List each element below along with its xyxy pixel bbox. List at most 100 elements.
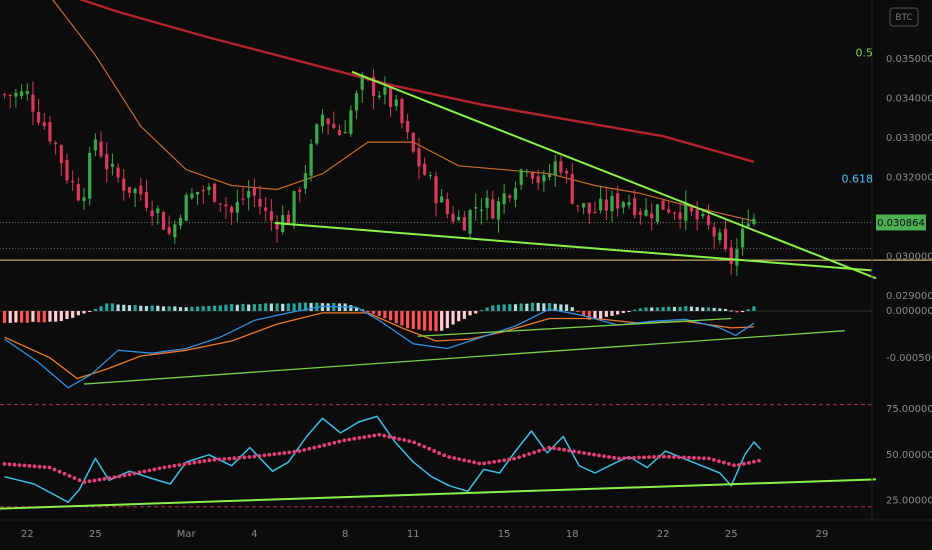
candle-body[interactable] (127, 186, 132, 193)
macd-histogram-bar[interactable] (19, 310, 24, 323)
rsi-average-dot[interactable] (747, 460, 751, 465)
macd-histogram-bar[interactable] (519, 303, 523, 311)
rsi-average-dot[interactable] (712, 457, 716, 462)
macd-histogram-bar[interactable] (76, 310, 80, 316)
rsi-average-dot[interactable] (467, 459, 472, 464)
candle-body[interactable] (105, 154, 109, 170)
macd-histogram-bar[interactable] (752, 306, 756, 311)
macd-histogram-bar[interactable] (309, 302, 313, 311)
rsi-average-dot[interactable] (212, 457, 217, 462)
rsi-average-dot[interactable] (47, 465, 52, 470)
rsi-average-dot[interactable] (637, 455, 641, 460)
candle-body[interactable] (264, 207, 268, 211)
macd-histogram-bar[interactable] (156, 305, 160, 311)
rsi-average-dot[interactable] (132, 471, 137, 476)
candle-body[interactable] (144, 192, 149, 208)
candle-body[interactable] (684, 202, 688, 221)
candle-body[interactable] (502, 193, 506, 205)
candle-body[interactable] (167, 227, 171, 234)
macd-histogram-bar[interactable] (644, 307, 648, 311)
rsi-average-dot[interactable] (97, 477, 102, 482)
candle-body[interactable] (667, 209, 671, 213)
rsi-average-dot[interactable] (697, 456, 701, 460)
macd-histogram-bar[interactable] (184, 307, 188, 311)
macd-histogram-bar[interactable] (178, 307, 183, 311)
rsi-average-dot[interactable] (127, 472, 132, 477)
macd-histogram-bar[interactable] (604, 310, 608, 317)
macd-histogram-bar[interactable] (661, 307, 665, 311)
rsi-average-dot[interactable] (377, 432, 382, 437)
rsi-average-dot[interactable] (32, 464, 37, 469)
rsi-average-dot[interactable] (612, 455, 616, 460)
rsi-average-dot[interactable] (207, 458, 212, 463)
candle-body[interactable] (423, 163, 427, 175)
candle-body[interactable] (604, 199, 608, 211)
candle-body[interactable] (672, 212, 677, 214)
rsi-average-dot[interactable] (417, 442, 422, 447)
candle-body[interactable] (133, 188, 137, 194)
candle-body[interactable] (326, 118, 330, 125)
candle-body[interactable] (712, 227, 716, 237)
macd-histogram-bar[interactable] (633, 309, 637, 311)
macd-histogram-bar[interactable] (491, 305, 495, 311)
macd-histogram-bar[interactable] (252, 304, 256, 311)
rsi-average-dot[interactable] (72, 476, 77, 480)
rsi-average-dot[interactable] (532, 450, 536, 455)
rsi-average-dot[interactable] (667, 454, 671, 459)
macd-histogram-bar[interactable] (224, 304, 228, 311)
candle-body[interactable] (8, 94, 12, 96)
rsi-average-dot[interactable] (562, 447, 566, 452)
candle-body[interactable] (740, 228, 745, 248)
candle-body[interactable] (655, 204, 660, 223)
rsi-average-dot[interactable] (202, 459, 207, 463)
candle-body[interactable] (48, 122, 52, 142)
candle-body[interactable] (383, 87, 387, 95)
macd-histogram-bar[interactable] (88, 310, 92, 312)
macd-histogram-bar[interactable] (496, 304, 501, 311)
macd-histogram-bar[interactable] (42, 310, 46, 323)
rsi-average-dot[interactable] (422, 444, 427, 449)
macd-histogram-bar[interactable] (462, 310, 466, 319)
rsi-average-dot[interactable] (307, 446, 312, 451)
rsi-average-dot[interactable] (227, 456, 232, 461)
macd-histogram-bar[interactable] (468, 310, 472, 316)
macd-histogram-bar[interactable] (564, 304, 569, 311)
rsi-average-dot[interactable] (197, 459, 202, 464)
macd-histogram-bar[interactable] (423, 310, 427, 331)
rsi-average-dot[interactable] (657, 454, 661, 459)
candle-body[interactable] (434, 176, 438, 204)
rsi-average-dot[interactable] (572, 449, 576, 454)
rsi-average-dot[interactable] (172, 463, 177, 468)
rsi-average-dot[interactable] (722, 460, 726, 465)
rsi-average-dot[interactable] (542, 447, 546, 452)
macd-histogram-bar[interactable] (559, 304, 563, 311)
rsi-average-dot[interactable] (152, 467, 157, 472)
macd-histogram-bar[interactable] (59, 310, 63, 322)
candle-body[interactable] (530, 172, 535, 179)
rsi-average-dot[interactable] (362, 435, 367, 439)
macd-histogram-bar[interactable] (235, 304, 239, 311)
macd-histogram-bar[interactable] (706, 307, 711, 311)
macd-histogram-bar[interactable] (740, 310, 745, 313)
candle-body[interactable] (292, 191, 296, 224)
rsi-average-dot[interactable] (317, 444, 322, 449)
macd-histogram-bar[interactable] (451, 310, 455, 325)
macd-histogram-bar[interactable] (122, 304, 126, 311)
rsi-average-dot[interactable] (117, 474, 122, 479)
rsi-average-dot[interactable] (92, 478, 97, 483)
rsi-average-dot[interactable] (237, 455, 242, 460)
rsi-average-dot[interactable] (682, 455, 686, 460)
rsi-average-dot[interactable] (42, 465, 47, 470)
rsi-average-dot[interactable] (727, 461, 731, 466)
rsi-average-dot[interactable] (102, 476, 107, 481)
rsi-average-dot[interactable] (457, 457, 462, 462)
macd-histogram-bar[interactable] (218, 305, 222, 311)
candle-body[interactable] (729, 247, 733, 264)
candle-body[interactable] (139, 185, 143, 195)
candle-body[interactable] (723, 228, 728, 250)
candle-body[interactable] (616, 193, 620, 209)
macd-histogram-bar[interactable] (14, 310, 18, 323)
macd-histogram-bar[interactable] (2, 310, 7, 323)
rsi-average-dot[interactable] (647, 455, 651, 460)
rsi-average-dot[interactable] (112, 475, 117, 480)
